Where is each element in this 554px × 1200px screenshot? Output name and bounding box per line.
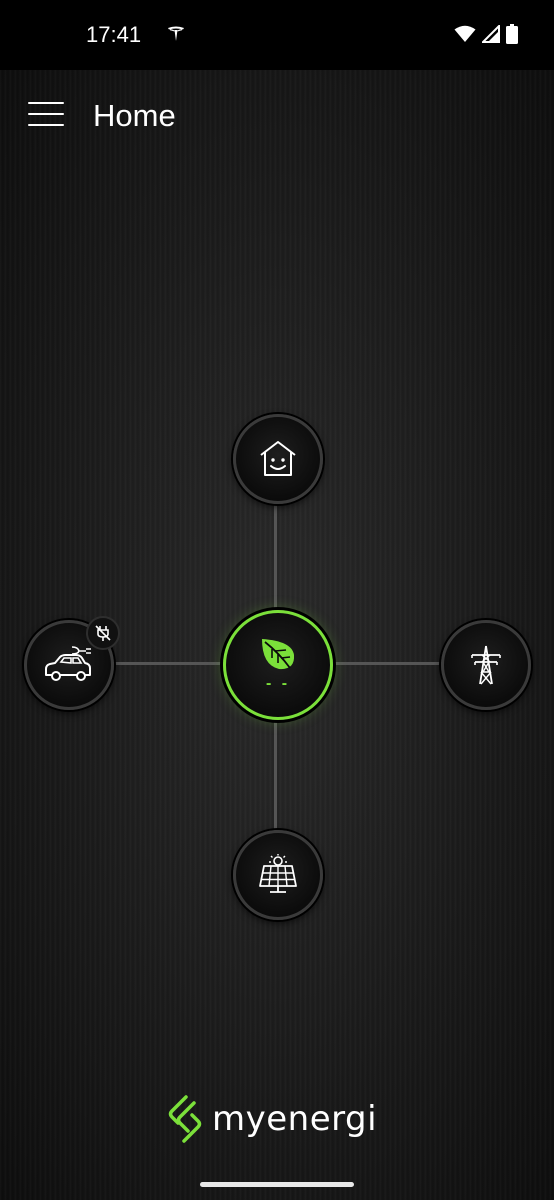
pylon-icon [471, 645, 501, 685]
myenergi-logo-icon [168, 1095, 202, 1143]
signal-icon [482, 25, 500, 43]
home-indicator[interactable] [200, 1182, 354, 1187]
myenergi-logo: myenergi [166, 1094, 377, 1144]
logo-text: myenergi [212, 1099, 378, 1139]
battery-icon [506, 24, 518, 44]
app-bar [0, 70, 554, 162]
page-title: Home [93, 98, 176, 133]
status-icons [454, 24, 518, 44]
status-bar: 17:41 [0, 0, 554, 70]
unplugged-icon [95, 625, 111, 641]
solar-panel-icon [259, 854, 297, 893]
leaf-icon [262, 639, 295, 670]
tesla-icon [168, 26, 184, 41]
car-plug-icon [45, 646, 91, 681]
house-smiley-icon [260, 441, 296, 476]
status-time: 17:41 [86, 22, 142, 47]
eco-node[interactable]: - - [223, 610, 333, 720]
eco-value: - - [265, 675, 291, 692]
unplugged-badge [86, 616, 120, 650]
solar-node[interactable] [233, 830, 323, 920]
grid-node[interactable] [441, 620, 531, 710]
wifi-icon [454, 25, 476, 42]
home-node[interactable] [233, 414, 323, 504]
hamburger-menu-icon[interactable] [28, 102, 64, 132]
